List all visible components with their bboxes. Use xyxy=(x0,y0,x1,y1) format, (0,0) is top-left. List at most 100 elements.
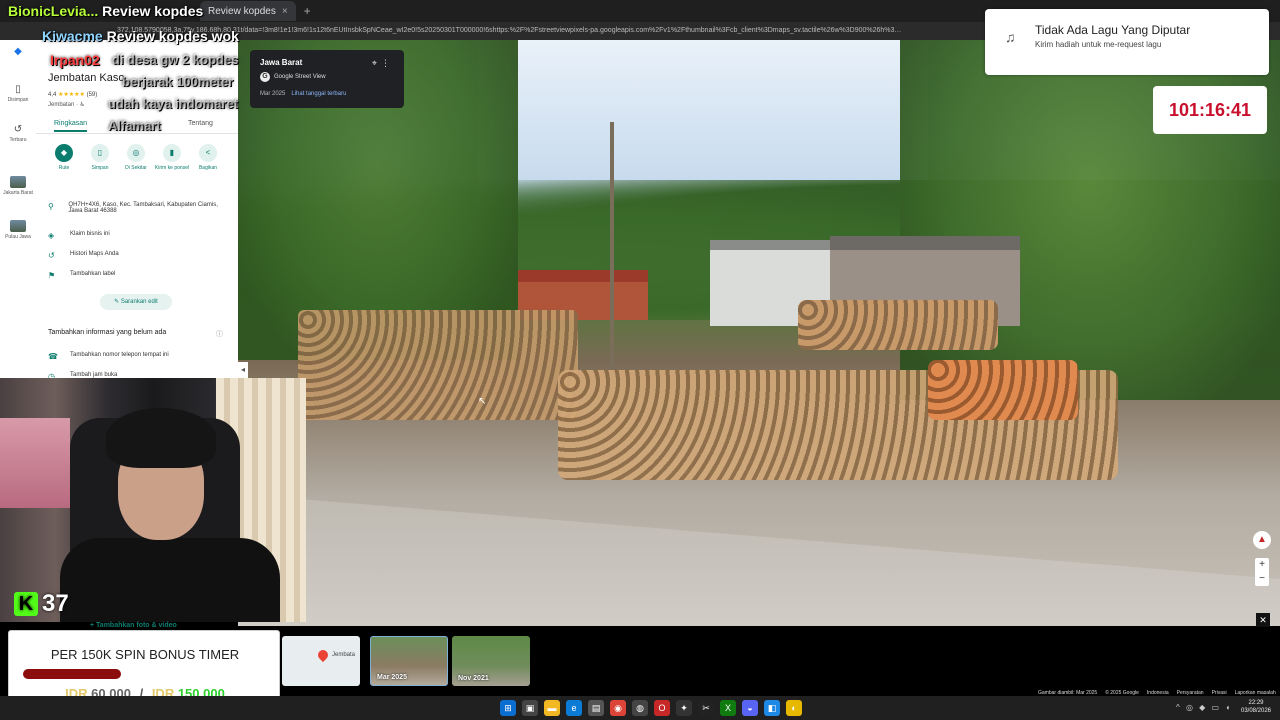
claim-row[interactable]: ◈ Klaim bisnis ini xyxy=(48,231,110,240)
nearby-button[interactable]: ◎ Di Sekitar xyxy=(118,144,154,171)
add-label-row[interactable]: ⚑ Tambahkan label xyxy=(48,271,115,280)
place-thumbnail xyxy=(10,176,26,188)
streamer-hair xyxy=(106,408,216,468)
stream-username: Irpan02 xyxy=(50,52,100,68)
photo-thumbnail-older[interactable]: Nov 2021 xyxy=(452,636,530,686)
suggest-edit-button[interactable]: ✎ Saran­kan edit xyxy=(100,294,172,310)
zoom-out-button[interactable]: − xyxy=(1255,572,1269,586)
rail-saved-label: Disimpan xyxy=(7,97,29,103)
road xyxy=(238,494,1280,626)
rail-jakarta[interactable]: Jakarta Barat xyxy=(0,176,36,196)
rail-java-label: Pulau Jawa xyxy=(5,234,31,240)
label-icon: ⚑ xyxy=(48,271,56,280)
app-icon[interactable]: ◐ xyxy=(786,700,802,716)
zoom-control: + − xyxy=(1255,558,1269,586)
utility-pole xyxy=(610,122,614,382)
directions-button[interactable]: ◆ Rute xyxy=(46,144,82,171)
store-icon[interactable]: ▤ xyxy=(588,700,604,716)
add-photo-link[interactable]: + Tambahkan foto & video xyxy=(90,622,177,629)
github-icon[interactable]: ◍ xyxy=(632,700,648,716)
opera-icon[interactable]: O xyxy=(654,700,670,716)
app-icon[interactable]: ✦ xyxy=(676,700,692,716)
discord-icon[interactable]: ◒ xyxy=(742,700,758,716)
new-tab-icon[interactable]: + xyxy=(304,4,311,18)
street-view-panorama[interactable] xyxy=(238,40,1280,626)
xbox-icon[interactable]: X xyxy=(720,700,736,716)
street-view-brand: Google Street View xyxy=(274,74,326,80)
app-icon[interactable]: ◧ xyxy=(764,700,780,716)
rail-recent[interactable]: ↺ Terbaru xyxy=(0,124,36,143)
add-phone-row[interactable]: ☎ Tambahkan nomor telepon tempat ini xyxy=(48,352,169,361)
rail-recent-label: Terbaru xyxy=(9,137,27,143)
tab-close-icon[interactable]: × xyxy=(282,6,288,17)
close-icon[interactable]: ✕ xyxy=(1256,613,1270,627)
claim-text: Klaim bisnis ini xyxy=(70,231,110,237)
location-pin-icon: ⚲ xyxy=(48,202,54,211)
suggest-edit-label: Saran­kan edit xyxy=(120,299,158,305)
ghost-chat-line: berjarak 100meter xyxy=(122,74,234,89)
start-icon[interactable]: ⊞ xyxy=(500,700,516,716)
task-view-icon[interactable]: ▣ xyxy=(522,700,538,716)
photo-thumbnail-current[interactable]: Mar 2025 xyxy=(370,636,448,686)
map-thumbnail[interactable]: Jembata xyxy=(282,636,360,686)
history-icon: ↺ xyxy=(48,251,55,260)
tab-title: Review kopdes xyxy=(208,5,276,17)
chrome-icon[interactable]: ◉ xyxy=(610,700,626,716)
capcut-icon[interactable]: ✂ xyxy=(698,700,714,716)
share-button[interactable]: < Bagikan xyxy=(190,144,226,171)
add-info-heading: Tambahkan informasi yang belum ada xyxy=(48,329,167,336)
song-title: Tidak Ada Lagu Yang Diputar xyxy=(1035,23,1191,37)
tab-about[interactable]: Tentang xyxy=(188,120,213,127)
add-phone-text: Tambahkan nomor telepon tempat ini xyxy=(70,352,169,358)
help-icon[interactable]: ⓘ xyxy=(216,329,223,339)
system-tray[interactable]: ^ ◎ ◆ ▭ ◖ xyxy=(1176,703,1232,712)
song-subtitle: Kirim hadiah untuk me-request lagu xyxy=(1035,40,1162,49)
save-label: Simpan xyxy=(91,165,109,171)
message-username: Kiwacme xyxy=(42,28,103,44)
browser-tab[interactable]: Review kopdes × xyxy=(200,1,296,21)
latest-date-link[interactable]: Lihat tanggal terbaru xyxy=(291,91,346,97)
song-request-widget: ♫ Tidak Ada Lagu Yang Diputar Kirim hadi… xyxy=(985,9,1269,75)
shield-icon: ◈ xyxy=(48,231,55,240)
rail-java[interactable]: Pulau Jawa xyxy=(0,220,36,240)
address-text: QH7H+4X6, Kaso, Kec. Tambaksari, Kabupat… xyxy=(68,202,218,214)
nearby-icon: ◎ xyxy=(127,144,145,162)
history-row[interactable]: ↺ Histori Maps Anda xyxy=(48,251,119,260)
location-pin-icon[interactable]: ⌖ xyxy=(372,58,381,68)
collapse-panel-button[interactable]: ◂ xyxy=(238,362,248,378)
music-note-icon: ♫ xyxy=(1005,29,1016,45)
google-logo-icon: G xyxy=(260,72,270,82)
stream-alert: BionicLevia... Review kopdes xyxy=(8,3,203,19)
windows-taskbar: ⊞ ▣ ▬ e ▤ ◉ ◍ O ✦ ✂ X ◒ ◧ ◐ ^ ◎ ◆ ▭ ◖ 22… xyxy=(0,696,1280,720)
star-icons: ★★★★★ xyxy=(58,92,85,98)
directions-label: Rute xyxy=(58,165,70,171)
more-options-icon[interactable]: ⋮ xyxy=(381,58,394,68)
taskbar-clock[interactable]: 22:29 03/08/2026 xyxy=(1236,699,1276,715)
log-pile xyxy=(928,360,1078,420)
place-panel: Jembatan Kaso 4,4 ★★★★★ (59) Jembatan · … xyxy=(36,40,238,380)
photo-date-label: Mar 2025 xyxy=(377,674,407,681)
pillow xyxy=(0,418,70,508)
rail-saved[interactable]: ▯ Disimpan xyxy=(0,84,36,103)
clock-time: 22:29 xyxy=(1248,700,1264,706)
mouse-cursor-icon: ↖ xyxy=(478,396,487,407)
phone-icon: ☎ xyxy=(48,352,58,361)
map-pin-icon xyxy=(315,647,331,663)
goal-progress-bar xyxy=(23,669,267,679)
goal-title: PER 150K SPIN BONUS TIMER xyxy=(50,647,240,662)
edge-icon[interactable]: e xyxy=(566,700,582,716)
review-count[interactable]: (59) xyxy=(87,92,98,98)
zoom-in-button[interactable]: + xyxy=(1255,558,1269,572)
webcam-feed xyxy=(0,378,306,622)
ghost-chat-line: Alfamart xyxy=(108,118,161,133)
save-button[interactable]: ▯ Simpan xyxy=(82,144,118,171)
address-row[interactable]: ⚲ QH7H+4X6, Kaso, Kec. Tambaksari, Kabupa… xyxy=(48,202,228,214)
pencil-icon: ✎ xyxy=(114,299,121,305)
compass-icon[interactable]: ▲ xyxy=(1253,531,1271,549)
maps-logo-icon[interactable]: ◆ xyxy=(0,46,36,59)
send-to-phone-button[interactable]: ▮ Kirim ke ponsel xyxy=(154,144,190,171)
file-explorer-icon[interactable]: ▬ xyxy=(544,700,560,716)
tab-overview[interactable]: Ringkasan xyxy=(54,120,88,132)
street-view-info-card: Jawa Barat G Google Street View Mar 2025 L… xyxy=(250,50,404,108)
phone-icon: ▮ xyxy=(163,144,181,162)
